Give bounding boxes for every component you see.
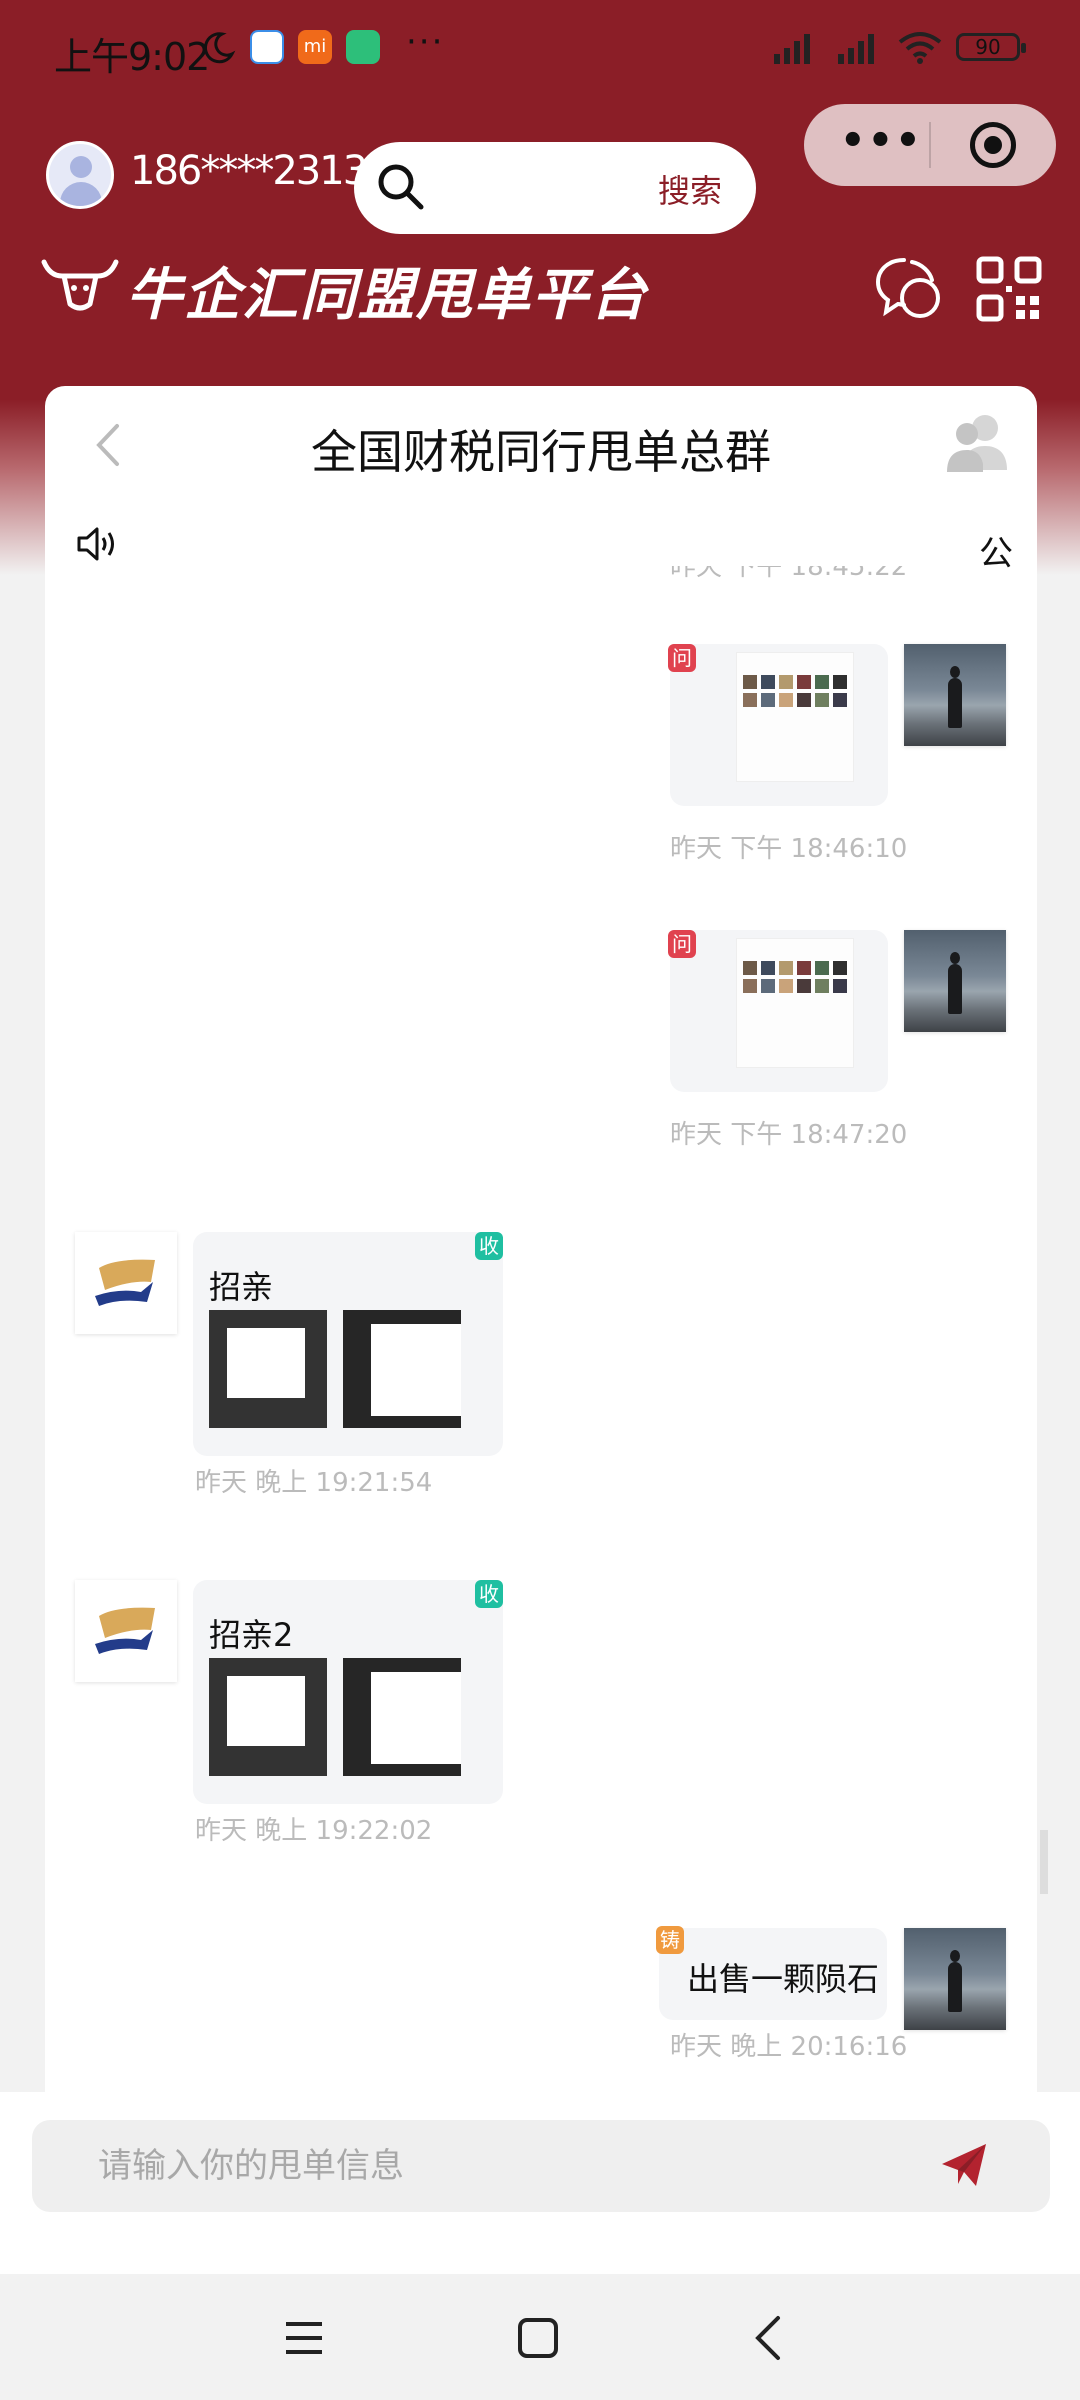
tag-badge: 铸: [656, 1926, 684, 1954]
post-title: 招亲: [209, 1268, 274, 1306]
image-message-bubble[interactable]: [670, 930, 888, 1092]
sender-avatar[interactable]: [904, 644, 1006, 746]
search-icon[interactable]: [374, 160, 430, 216]
user-avatar[interactable]: [46, 141, 114, 209]
qr-code-image[interactable]: [209, 1658, 327, 1776]
wifi-icon: [898, 32, 942, 64]
search-bar[interactable]: 搜索: [354, 142, 756, 234]
screenshot-image[interactable]: [343, 1310, 461, 1428]
sender-avatar[interactable]: [75, 1232, 177, 1334]
system-nav-bar: [0, 2274, 1080, 2400]
menu-icon[interactable]: [280, 2314, 328, 2362]
message-timestamp: 昨天 晚上 20:16:16: [670, 2032, 908, 2062]
message-input-container[interactable]: [32, 2120, 1050, 2212]
speaker-icon: [77, 527, 114, 561]
image-thumbnail: [736, 938, 854, 1068]
tag-badge: 收: [475, 1232, 503, 1260]
tag-badge: 问: [668, 930, 696, 958]
chat-bubbles-icon[interactable]: [874, 254, 944, 320]
tag-badge: 收: [475, 1580, 503, 1608]
company-logo-icon: [95, 1259, 155, 1306]
sender-avatar[interactable]: [75, 1580, 177, 1682]
message-timestamp: 昨天 下午 18:47:20: [670, 1120, 908, 1150]
signal-icon: [774, 34, 810, 64]
group-chat-card: 全国财税同行甩单总群 公 昨天 下午 18:45:22 问 昨天 下午 18:4…: [45, 386, 1037, 2100]
post-message-bubble[interactable]: 招亲: [193, 1232, 503, 1456]
post-message-bubble[interactable]: 招亲2: [193, 1580, 503, 1804]
back-icon[interactable]: [746, 2314, 794, 2362]
sender-avatar[interactable]: [904, 1928, 1006, 2030]
scrollbar-thumb[interactable]: [1040, 1830, 1048, 1894]
image-thumbnail: [736, 652, 854, 782]
message-input[interactable]: [32, 2120, 932, 2212]
bull-logo-icon: [41, 259, 119, 311]
tag-badge: 问: [668, 644, 696, 672]
screenshot-image[interactable]: [343, 1658, 461, 1776]
text-message-bubble[interactable]: 出售一颗陨石: [659, 1928, 887, 2020]
paper-plane-icon[interactable]: [938, 2140, 990, 2190]
message-timestamp: 昨天 下午 18:46:10: [670, 834, 908, 864]
message-timestamp: 昨天 晚上 19:21:54: [195, 1468, 433, 1498]
miniprogram-capsule: •••: [804, 104, 1056, 186]
capsule-divider: [929, 122, 931, 168]
group-members-icon[interactable]: [945, 408, 1013, 478]
status-bar: 上午9:02 mi ··· 90: [0, 0, 1080, 100]
search-button[interactable]: 搜索: [658, 166, 722, 212]
close-miniprogram-icon[interactable]: [970, 122, 1016, 168]
message-timestamp: 昨天 晚上 19:22:02: [195, 1816, 433, 1846]
company-logo-icon: [95, 1607, 155, 1654]
sender-avatar[interactable]: [904, 930, 1006, 1032]
status-time: 上午9:02: [54, 35, 210, 79]
user-phone[interactable]: 186****2313: [130, 148, 368, 194]
group-title: 全国财税同行甩单总群: [311, 425, 771, 479]
chat-app-notification-icon: [250, 30, 284, 64]
signal-icon-2: [838, 34, 874, 64]
mi-app-notification-icon: mi: [298, 30, 332, 64]
input-bar: [0, 2092, 1080, 2274]
image-message-bubble[interactable]: [670, 644, 888, 806]
qr-code-icon[interactable]: [976, 256, 1042, 322]
message-list[interactable]: 昨天 下午 18:45:22 问 昨天 下午 18:46:10 问 昨天 下午 …: [45, 566, 1037, 2100]
qr-code-image[interactable]: [209, 1310, 327, 1428]
security-app-notification-icon: [346, 30, 380, 64]
message-timestamp: 昨天 下午 18:45:22: [670, 566, 908, 582]
home-icon[interactable]: [514, 2314, 562, 2362]
moon-icon: [203, 32, 236, 64]
status-more-indicator: ···: [406, 22, 445, 62]
brand-title: 牛企汇同盟甩单平台: [126, 263, 648, 328]
more-options-icon[interactable]: •••: [840, 118, 923, 164]
battery-level: 90: [975, 35, 1001, 59]
message-text: 出售一颗陨石: [687, 1960, 880, 1998]
battery-indicator: 90: [956, 33, 1026, 61]
post-title: 招亲2: [209, 1616, 294, 1654]
